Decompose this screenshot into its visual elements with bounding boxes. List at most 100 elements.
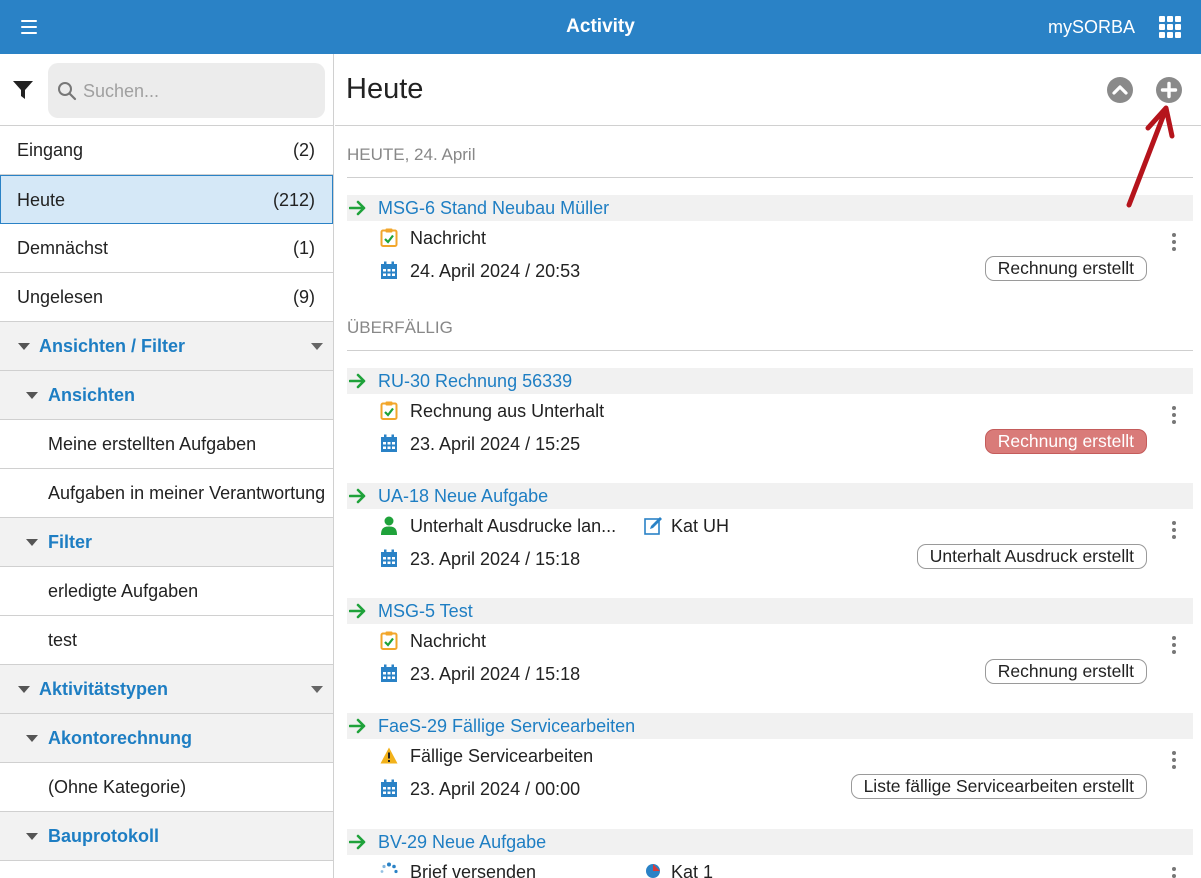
activity-title[interactable]: MSG-5 Test [378,601,473,622]
sidebar-item-eingang[interactable]: Eingang (2) [0,126,333,175]
activity-date: 23. April 2024 / 15:18 [410,664,581,684]
status-badge[interactable]: Liste fällige Servicearbeiten erstellt [850,774,1147,799]
add-activity-button[interactable] [1156,77,1182,103]
sidebar-item-label: Heute [17,190,66,210]
filter-icon[interactable] [12,80,34,100]
sidebar-item-ungelesen[interactable]: Ungelesen (9) [0,273,333,322]
sidebar-item-label: Aufgaben in meiner Verantwortung [48,483,326,503]
more-vertical-icon[interactable] [1171,751,1177,771]
section-filter[interactable]: Filter [0,518,333,567]
activity-date-line: 24. April 2024 / 20:53 Rechnung erstellt [347,254,1193,287]
activity-type-line: Brief versenden Kat 1 [347,855,1193,878]
search-input[interactable] [83,75,313,107]
activity-header[interactable]: RU-30 Rechnung 56339 [347,368,1193,394]
activity-type-line: Rechnung aus Unterhalt [347,394,1193,427]
activity-type: Nachricht [410,631,487,651]
sidebar-item-label: erledigte Aufgaben [48,581,199,601]
calendar-icon [381,549,397,567]
sidebar-item-meine-aufgaben[interactable]: Meine erstellten Aufgaben [0,420,333,469]
main-header: Heute [335,54,1201,126]
search-box[interactable] [48,63,325,118]
chevron-down-icon[interactable] [311,343,323,350]
status-badge[interactable]: Unterhalt Ausdruck erstellt [916,544,1147,569]
activity-date-line: 23. April 2024 / 00:00 Liste fällige Ser… [347,772,1193,805]
chevron-down-icon [26,392,38,399]
activity-type: Nachricht [410,228,487,248]
plus-icon [1160,81,1178,99]
section-label: Filter [48,532,93,552]
search-row [0,54,333,126]
chevron-down-icon [26,539,38,546]
activity-title[interactable]: UA-18 Neue Aufgabe [378,486,548,507]
arrow-right-icon [349,603,366,619]
status-badge[interactable]: Rechnung erstellt [984,659,1147,684]
arrow-right-icon [349,488,366,504]
section-aktivitaetstypen[interactable]: Aktivitätstypen [0,665,333,714]
section-ansichten[interactable]: Ansichten [0,371,333,420]
activity-type: Unterhalt Ausdrucke lan... [410,516,617,536]
status-badge[interactable]: Rechnung erstellt [984,256,1147,281]
status-badge[interactable]: Rechnung erstellt [984,429,1147,454]
more-vertical-icon[interactable] [1171,233,1177,253]
activity-item: RU-30 Rechnung 56339 Rechnung aus Unterh… [347,368,1193,460]
section-ansichten-filter[interactable]: Ansichten / Filter [0,322,333,371]
section-divider [347,350,1193,351]
arrow-right-icon [349,373,366,389]
chevron-down-icon [18,686,30,693]
calendar-icon [381,261,397,279]
section-label: Aktivitätstypen [39,679,169,699]
edit-icon [644,517,662,535]
section-label: Ansichten [48,385,136,405]
sidebar-item-heute[interactable]: Heute (212) [0,175,333,224]
grid-apps-icon[interactable] [1159,16,1181,38]
activity-type: Brief versenden [410,862,537,878]
activity-title[interactable]: MSG-6 Stand Neubau Müller [378,198,609,219]
more-vertical-icon[interactable] [1171,406,1177,426]
arrow-right-icon [349,834,366,850]
sidebar-item-test[interactable]: test [0,616,333,665]
app-title: Activity [566,16,635,37]
page-title: Heute [346,73,424,105]
activity-category: Kat 1 [671,862,714,878]
activity-date-line: 23. April 2024 / 15:18 Unterhalt Ausdruc… [347,542,1193,575]
section-label: Ansichten / Filter [39,336,186,356]
activity-type: Rechnung aus Unterhalt [410,401,605,421]
activity-title[interactable]: RU-30 Rechnung 56339 [378,371,572,392]
sidebar-item-demnaechst[interactable]: Demnächst (1) [0,224,333,273]
activity-header[interactable]: MSG-6 Stand Neubau Müller [347,195,1193,221]
activity-date-line: 23. April 2024 / 15:25 Rechnung erstellt [347,427,1193,460]
activity-header[interactable]: FaeS-29 Fällige Servicearbeiten [347,713,1193,739]
spinner-icon [380,862,398,874]
sidebar-item-count: (212) [272,190,315,210]
activity-title[interactable]: BV-29 Neue Aufgabe [378,832,546,853]
activity-type-line: Unterhalt Ausdrucke lan... Kat UH [347,509,1193,542]
activity-type-line: Nachricht [347,221,1193,254]
activity-title[interactable]: FaeS-29 Fällige Servicearbeiten [378,716,635,737]
activity-header[interactable]: MSG-5 Test [347,598,1193,624]
brand-label[interactable]: mySORBA [1048,17,1135,38]
sidebar-item-count: (9) [293,287,315,307]
sidebar-item-label: Meine erstellten Aufgaben [48,434,257,454]
sidebar-item-verantwortung[interactable]: Aufgaben in meiner Verantwortung [0,469,333,518]
activity-type-line: Nachricht [347,624,1193,657]
sidebar-item-label: (Ohne Kategorie) [48,777,187,797]
chevron-up-icon [1112,85,1128,95]
arrow-right-icon [349,200,366,216]
sidebar-item-erledigte[interactable]: erledigte Aufgaben [0,567,333,616]
section-akontorechnung[interactable]: Akontorechnung [0,714,333,763]
section-bauprotokoll[interactable]: Bauprotokoll [0,812,333,861]
activity-date: 23. April 2024 / 15:25 [410,434,581,454]
chevron-down-icon[interactable] [311,686,323,693]
section-label: Bauprotokoll [48,826,159,846]
collapse-up-button[interactable] [1107,77,1133,103]
activity-header[interactable]: BV-29 Neue Aufgabe [347,829,1193,855]
more-vertical-icon[interactable] [1171,636,1177,656]
sidebar-item-ohne-kategorie[interactable]: (Ohne Kategorie) [0,763,333,812]
clipboard-check-icon [380,228,398,247]
person-icon [381,516,397,535]
warning-icon [380,747,398,764]
more-vertical-icon[interactable] [1171,867,1177,878]
activity-header[interactable]: UA-18 Neue Aufgabe [347,483,1193,509]
top-bar: Activity mySORBA [0,0,1201,54]
more-vertical-icon[interactable] [1171,521,1177,541]
